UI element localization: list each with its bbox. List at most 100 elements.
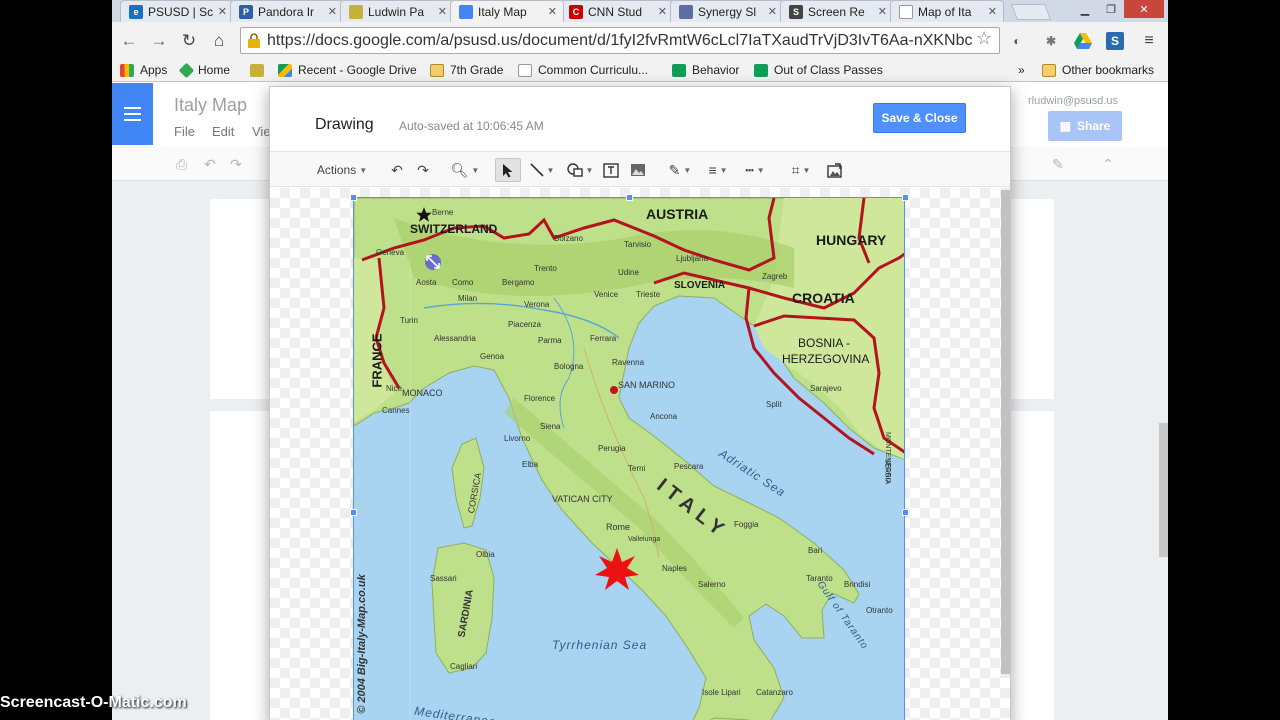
tab-label: CNN Stud xyxy=(588,4,643,19)
city-label: Como xyxy=(452,278,474,287)
resize-handle[interactable] xyxy=(902,509,909,516)
actions-menu[interactable]: Actions ▼ xyxy=(312,158,372,182)
puzzle-icon[interactable]: ✱ xyxy=(1042,32,1060,50)
tab-ludwin[interactable]: Ludwin Pa ✕ xyxy=(340,0,454,22)
line-tool-icon[interactable]: ▼ xyxy=(525,158,559,182)
user-email[interactable]: rludwin@psusd.us xyxy=(1028,95,1118,107)
country-label: BOSNIA - xyxy=(798,336,851,350)
image-icon[interactable] xyxy=(627,158,649,182)
s-extension-icon[interactable]: S xyxy=(1106,32,1124,50)
close-icon[interactable]: ✕ xyxy=(438,5,447,18)
reset-image-icon[interactable] xyxy=(824,158,846,182)
new-tab-button[interactable] xyxy=(1011,4,1051,20)
tab-screen-recorder[interactable]: S Screen Re ✕ xyxy=(780,0,894,22)
city-label: Alessandria xyxy=(434,334,476,343)
resize-handle[interactable] xyxy=(902,194,909,201)
redo-icon[interactable]: ↷ xyxy=(230,156,242,173)
zoom-icon[interactable]: 🔍︎ ▼ xyxy=(448,158,482,182)
drive-icon[interactable] xyxy=(1074,32,1092,50)
bookmark-common-curriculum[interactable]: Common Curriculu... xyxy=(518,61,648,79)
close-icon[interactable]: ✕ xyxy=(988,5,997,18)
city-label: Perugia xyxy=(598,444,626,453)
menu-view[interactable]: Vie xyxy=(252,124,271,139)
folder-icon xyxy=(1042,63,1056,77)
pencil-icon[interactable]: ✎ xyxy=(1052,156,1064,173)
print-icon[interactable]: ⎙ xyxy=(176,156,187,173)
bookmark-star-icon[interactable]: ☆ xyxy=(976,28,992,49)
bookmark-other[interactable]: Other bookmarks xyxy=(1042,61,1154,79)
document-title[interactable]: Italy Map xyxy=(174,95,247,116)
country-label: MONACO xyxy=(402,388,443,398)
tab-map-of-italy[interactable]: Map of Ita ✕ xyxy=(890,0,1004,22)
close-icon[interactable]: ✕ xyxy=(218,5,227,18)
map-credit: © 2004 Big-Italy-Map.co.uk xyxy=(355,574,368,714)
bookmark-drive[interactable]: Recent - Google Drive xyxy=(278,61,417,79)
right-letterbox xyxy=(1168,0,1280,720)
bookmarks-overflow-button[interactable]: » xyxy=(1018,61,1025,79)
autosave-status: Auto-saved at 10:06:45 AM xyxy=(399,119,544,133)
save-close-button[interactable]: Save & Close xyxy=(873,103,966,133)
bookmark-behavior[interactable]: Behavior xyxy=(672,61,739,79)
city-label: Sassari xyxy=(430,574,457,583)
city-label: Parma xyxy=(538,336,562,345)
document-scrollbar[interactable] xyxy=(1159,423,1168,557)
line-dash-icon[interactable]: ┅ ▼ xyxy=(738,158,772,182)
forward-icon[interactable]: → xyxy=(148,30,170,52)
bookmark-home[interactable]: Home xyxy=(178,61,231,79)
extension-icon[interactable]: ◐ xyxy=(1008,32,1026,50)
bookmark-classroom[interactable] xyxy=(250,61,270,79)
close-icon[interactable]: ✕ xyxy=(768,5,777,18)
menu-edit[interactable]: Edit xyxy=(212,124,234,139)
home-icon[interactable]: ⌂ xyxy=(208,30,230,52)
reload-icon[interactable]: ↻ xyxy=(178,30,200,52)
city-label: Geneva xyxy=(376,248,405,257)
tab-cnn[interactable]: C CNN Stud ✕ xyxy=(560,0,674,22)
close-icon[interactable]: ✕ xyxy=(328,5,337,18)
docs-logo-icon[interactable] xyxy=(112,83,153,145)
bookmark-label: Common Curriculu... xyxy=(538,63,649,77)
sheets-icon xyxy=(754,63,768,77)
close-icon[interactable]: ✕ xyxy=(878,5,887,18)
undo-icon[interactable]: ↶ xyxy=(386,158,408,182)
tab-pandora[interactable]: P Pandora Ir ✕ xyxy=(230,0,344,22)
undo-icon[interactable]: ↶ xyxy=(204,156,216,173)
line-weight-icon[interactable]: ≡ ▼ xyxy=(701,158,735,182)
minimize-button[interactable]: ▁ xyxy=(1072,0,1098,18)
crop-icon[interactable]: ⌗ ▼ xyxy=(784,158,818,182)
bookmark-out-of-class-passes[interactable]: Out of Class Passes xyxy=(754,61,883,79)
city-label: Verona xyxy=(524,300,550,309)
bookmark-7th-grade[interactable]: 7th Grade xyxy=(430,61,503,79)
bookmark-apps[interactable]: Apps xyxy=(120,61,167,79)
close-icon[interactable]: ✕ xyxy=(548,5,557,18)
docs-icon xyxy=(459,4,473,19)
shape-tool-icon[interactable]: ▼ xyxy=(563,158,597,182)
italy-map-image[interactable]: AUSTRIA SWITZERLAND HUNGARY SLOVENIA CRO… xyxy=(353,197,905,720)
address-bar[interactable]: https://docs.google.com/a/psusd.us/docum… xyxy=(240,27,1000,54)
resize-handle[interactable] xyxy=(350,509,357,516)
tab-psusd[interactable]: e PSUSD | Sc ✕ xyxy=(120,0,234,22)
city-label: Zagreb xyxy=(762,272,788,281)
resize-handle[interactable] xyxy=(350,194,357,201)
drawing-toolbar: Actions ▼ ↶ ↷ 🔍︎ ▼ ▼ ▼ ✎ ▼ ≡ ▼ ┅ ▼ ⌗ ▼ xyxy=(270,151,1010,187)
share-button[interactable]: ▦ Share xyxy=(1048,111,1122,141)
collapse-icon[interactable]: ⌃ xyxy=(1102,156,1114,173)
canvas-scrollbar[interactable] xyxy=(1001,190,1010,674)
select-cursor-icon[interactable] xyxy=(495,158,521,182)
country-label: AUSTRIA xyxy=(646,206,709,222)
text-box-icon[interactable] xyxy=(600,158,622,182)
menu-file[interactable]: File xyxy=(174,124,195,139)
tab-synergy[interactable]: Synergy Sl ✕ xyxy=(670,0,784,22)
country-label: FRANCE xyxy=(369,333,385,388)
drive-icon xyxy=(278,63,292,77)
menu-icon[interactable]: ≡ xyxy=(1140,32,1158,50)
tab-italy-map[interactable]: Italy Map ✕ xyxy=(450,0,564,22)
back-icon[interactable]: ← xyxy=(118,30,140,52)
redo-icon[interactable]: ↷ xyxy=(412,158,434,182)
window-close-button[interactable]: ✕ xyxy=(1124,0,1164,18)
close-icon[interactable]: ✕ xyxy=(658,5,667,18)
pen-color-icon[interactable]: ✎ ▼ xyxy=(663,158,697,182)
country-label: SWITZERLAND xyxy=(410,222,498,236)
maximize-button[interactable]: ❐ xyxy=(1098,0,1124,18)
bookmark-label: Home xyxy=(198,63,231,77)
resize-handle[interactable] xyxy=(626,194,633,201)
